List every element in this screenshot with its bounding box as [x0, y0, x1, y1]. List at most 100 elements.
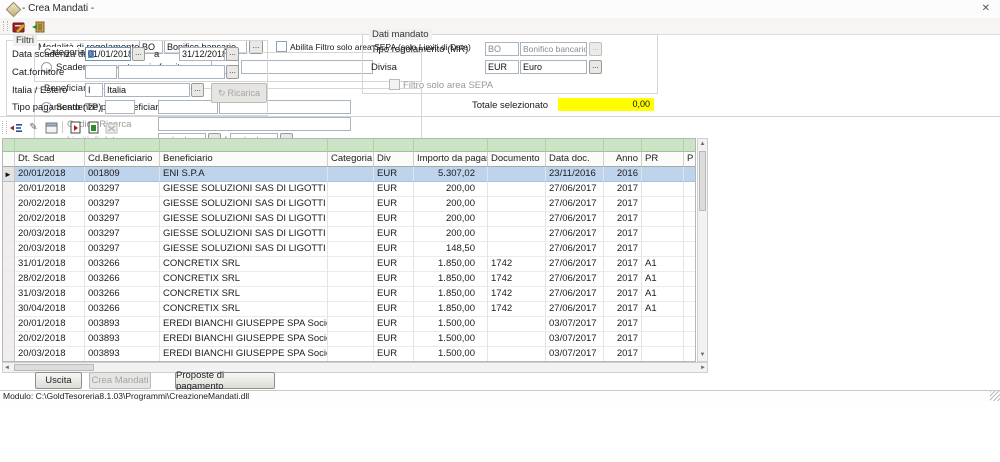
grid-cell[interactable]	[488, 347, 546, 362]
grid-cell[interactable]	[642, 182, 684, 197]
window2-close-button[interactable]: ✕	[982, 3, 990, 14]
grid-cell[interactable]: EUR	[374, 317, 414, 332]
grid-cell[interactable]: 27/06/2017	[546, 227, 604, 242]
filter-cell[interactable]	[604, 139, 642, 152]
grid-cell[interactable]: 003266	[85, 257, 160, 272]
grid-cell[interactable]: 2017	[604, 227, 642, 242]
data-scadenza-da-field[interactable]: 01/01/2018	[85, 47, 131, 61]
field-chooser-icon[interactable]	[8, 120, 23, 135]
grid-row[interactable]: 31/01/2018003266CONCRETIX SRLEUR1.850,00…	[3, 257, 695, 272]
grid-cell[interactable]: 003297	[85, 242, 160, 257]
grid-cell[interactable]: 200,00	[414, 227, 488, 242]
grid-row[interactable]: 31/03/2018003266CONCRETIX SRLEUR1.850,00…	[3, 287, 695, 302]
row-selector-cell[interactable]	[3, 212, 15, 227]
grid-cell[interactable]: 27/06/2017	[546, 302, 604, 317]
grid-cell[interactable]: 2017	[604, 182, 642, 197]
grid-cell[interactable]	[642, 167, 684, 182]
grid-cell[interactable]: GIESSE SOLUZIONI SAS DI LIGOTTI GIUSEPPE	[160, 212, 328, 227]
grid-cell[interactable]: 20/01/2018	[15, 167, 85, 182]
grid-cell[interactable]: 20/02/2018	[15, 212, 85, 227]
grid-cell[interactable]: EUR	[374, 197, 414, 212]
column-header-beneficiario[interactable]: Beneficiario	[160, 152, 328, 167]
grid-cell[interactable]	[328, 272, 374, 287]
grid-cell[interactable]: GIESSE SOLUZIONI SAS DI LIGOTTI GIUSEPPE	[160, 242, 328, 257]
cat-fornitore-code-field[interactable]	[85, 65, 117, 79]
grid-row[interactable]: ►20/01/2018001809ENI S.P.AEUR5.307,0223/…	[3, 167, 695, 182]
scroll-up-arrow[interactable]: ▲	[698, 140, 707, 149]
grid-row[interactable]: 20/02/2018003893EREDI BIANCHI GIUSEPPE S…	[3, 332, 695, 347]
grid-cell[interactable]: 2017	[604, 272, 642, 287]
grid-cell[interactable]	[328, 332, 374, 347]
grid-cell[interactable]	[684, 197, 696, 212]
column-header-categoria[interactable]: Categoria	[328, 152, 374, 167]
data-da-lookup[interactable]: ...	[132, 47, 145, 61]
grid-cell[interactable]: 003893	[85, 332, 160, 347]
filter-cell[interactable]	[15, 139, 85, 152]
tipo-pagamento-field[interactable]	[105, 100, 135, 114]
grid-cell[interactable]: 5.307,02	[414, 167, 488, 182]
grid-cell[interactable]	[488, 197, 546, 212]
grid-cell[interactable]	[684, 347, 696, 362]
grid-cell[interactable]: EUR	[374, 287, 414, 302]
grid-cell[interactable]: 1.850,00	[414, 257, 488, 272]
grid-cell[interactable]: CONCRETIX SRL	[160, 257, 328, 272]
grid-cell[interactable]: 001809	[85, 167, 160, 182]
grid-cell[interactable]: GIESSE SOLUZIONI SAS DI LIGOTTI GIUSEPPE	[160, 182, 328, 197]
grid-cell[interactable]: EUR	[374, 167, 414, 182]
grid-cell[interactable]: 20/02/2018	[15, 332, 85, 347]
grid-row[interactable]: 20/03/2018003893EREDI BIANCHI GIUSEPPE S…	[3, 347, 695, 362]
grid-cell[interactable]	[328, 167, 374, 182]
grid-cell[interactable]: EUR	[374, 332, 414, 347]
grid-cell[interactable]: 27/06/2017	[546, 257, 604, 272]
grid-cell[interactable]: 28/02/2018	[15, 272, 85, 287]
grid-cell[interactable]: 003266	[85, 302, 160, 317]
grid-row[interactable]: 20/02/2018003297GIESSE SOLUZIONI SAS DI …	[3, 212, 695, 227]
vertical-scrollbar[interactable]: ▲ ▼	[697, 138, 708, 362]
grid-cell[interactable]: A1	[642, 302, 684, 317]
grid-cell[interactable]: 003893	[85, 317, 160, 332]
grid-cell[interactable]	[684, 212, 696, 227]
grid-cell[interactable]: ENI S.P.A	[160, 167, 328, 182]
grid-cell[interactable]: 2017	[604, 347, 642, 362]
filter-cell[interactable]	[85, 139, 160, 152]
grid-cell[interactable]: 20/01/2018	[15, 182, 85, 197]
filter-cell[interactable]	[546, 139, 604, 152]
row-selector-cell[interactable]	[3, 227, 15, 242]
column-header-pr[interactable]: PR	[642, 152, 684, 167]
grid-properties-icon[interactable]	[44, 120, 59, 135]
grid-cell[interactable]: 003297	[85, 182, 160, 197]
italia-estero-code-field[interactable]: I	[85, 83, 103, 97]
grid-cell[interactable]: EUR	[374, 347, 414, 362]
grid-cell[interactable]: 27/06/2017	[546, 272, 604, 287]
grid-cell[interactable]: CONCRETIX SRL	[160, 302, 328, 317]
italia-estero-desc-field[interactable]: Italia	[104, 83, 190, 97]
row-selector-cell[interactable]	[3, 317, 15, 332]
grid-cell[interactable]: 20/03/2018	[15, 227, 85, 242]
row-selector-cell[interactable]	[3, 302, 15, 317]
filter-cell[interactable]	[488, 139, 546, 152]
scroll-left-arrow[interactable]: ◄	[4, 364, 10, 373]
row-selector-cell[interactable]	[3, 197, 15, 212]
proposte-pagamento-button[interactable]: Proposte di pagamento	[175, 372, 275, 389]
grid-cell[interactable]	[328, 257, 374, 272]
grid-cell[interactable]	[328, 242, 374, 257]
grid-cell[interactable]: 1742	[488, 302, 546, 317]
grid-cell[interactable]	[328, 182, 374, 197]
grid-cell[interactable]	[328, 227, 374, 242]
grid-row[interactable]: 20/02/2018003297GIESSE SOLUZIONI SAS DI …	[3, 197, 695, 212]
filter-cell[interactable]	[160, 139, 328, 152]
grid-cell[interactable]: 23/11/2016	[546, 167, 604, 182]
column-header-p[interactable]: P	[684, 152, 696, 167]
grid-cell[interactable]: 003297	[85, 227, 160, 242]
grid-cell[interactable]: EUR	[374, 257, 414, 272]
grid-cell[interactable]	[642, 227, 684, 242]
grid-cell[interactable]: 27/06/2017	[546, 242, 604, 257]
grid-cell[interactable]	[684, 302, 696, 317]
grid-cell[interactable]: EREDI BIANCHI GIUSEPPE SPA Socio Unico	[160, 317, 328, 332]
divisa-code-field[interactable]: EUR	[485, 60, 519, 74]
grid-cell[interactable]	[684, 257, 696, 272]
grid-cell[interactable]: 1.500,00	[414, 332, 488, 347]
column-header-importo-da-pagare[interactable]: Importo da pagare	[414, 152, 488, 167]
grid-cell[interactable]: 2016	[604, 167, 642, 182]
grid-cell[interactable]	[488, 317, 546, 332]
